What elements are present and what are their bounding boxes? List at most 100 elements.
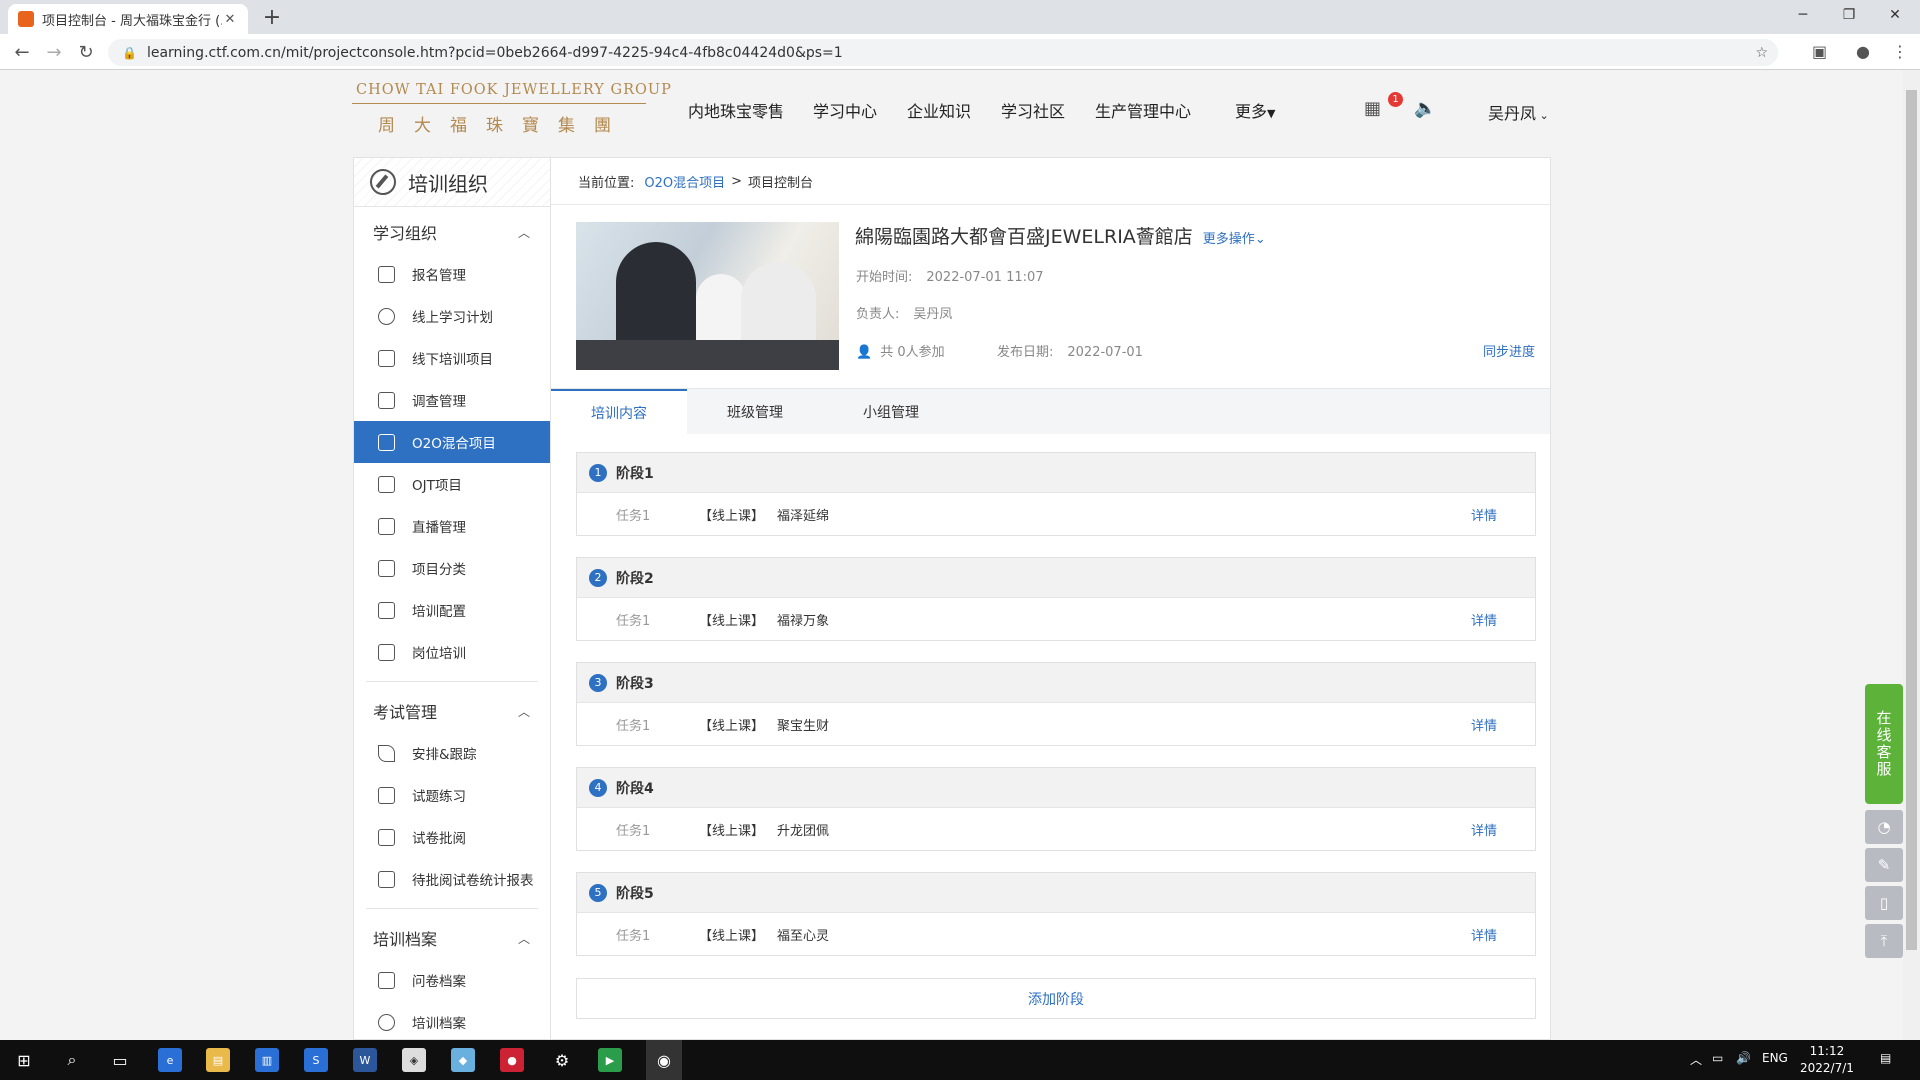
task-name: 福泽延绵 <box>777 508 830 524</box>
chrome-icon[interactable]: ◉ <box>646 1040 682 1080</box>
grid-icon <box>378 559 395 577</box>
reload-icon[interactable]: ↻ <box>72 38 100 66</box>
close-tab-icon[interactable]: ✕ <box>222 12 238 27</box>
contact-card-icon <box>378 265 395 283</box>
site-header: CHOW TAI FOOK JEWELLERY GROUP 周大福珠寶集團 内地… <box>0 70 1900 152</box>
feedback-icon[interactable]: ✎ <box>1865 848 1903 882</box>
sidebar-item-o2o[interactable]: O2O混合项目 <box>354 421 550 463</box>
browser-tab[interactable]: 项目控制台 - 周大福珠宝金行 (... ✕ <box>8 4 248 34</box>
input-language[interactable]: ENG <box>1762 1051 1788 1065</box>
mobile-icon[interactable]: ▯ <box>1865 886 1903 920</box>
sidebar-item-category[interactable]: 项目分类 <box>354 547 550 589</box>
detail-link[interactable]: 详情 <box>1471 610 1497 629</box>
logo-english[interactable]: CHOW TAI FOOK JEWELLERY GROUP <box>356 82 672 98</box>
group-learning-org[interactable]: 学习组织 ︿ <box>354 211 550 253</box>
chat-icon[interactable]: ◔ <box>1865 810 1903 844</box>
internet-explorer-icon[interactable]: e <box>158 1048 182 1072</box>
stage-title: 阶段1 <box>616 465 654 482</box>
menu-icon[interactable]: ⋮ <box>1892 42 1908 61</box>
breadcrumb: 当前位置: O2O混合项目 > 项目控制台 <box>551 158 1550 205</box>
bookmark-star-icon[interactable]: ☆ <box>1755 45 1768 61</box>
new-tab-button[interactable]: + <box>260 5 284 30</box>
forward-icon[interactable]: → <box>40 38 68 66</box>
tab-class-management[interactable]: 班级管理 <box>687 389 823 435</box>
sidebar-item-offline-training[interactable]: 线下培训项目 <box>354 337 550 379</box>
back-icon[interactable]: ← <box>8 38 36 66</box>
breadcrumb-link-o2o[interactable]: O2O混合项目 <box>644 172 725 191</box>
chart-icon <box>378 870 395 888</box>
window-icon <box>378 433 395 451</box>
sidebar-item-marking[interactable]: 试卷批阅 <box>354 816 550 858</box>
nav-more[interactable]: 更多▼ <box>1235 98 1275 122</box>
sidebar-item-live[interactable]: 直播管理 <box>354 505 550 547</box>
group-exam[interactable]: 考试管理 ︿ <box>354 690 550 732</box>
app-icon[interactable]: ● <box>500 1048 524 1072</box>
tab-group-management[interactable]: 小组管理 <box>823 389 959 435</box>
breadcrumb-separator: > <box>731 173 743 189</box>
profile-icon[interactable]: ● <box>1856 42 1870 61</box>
stage-title: 阶段4 <box>616 780 654 797</box>
nav-enterprise-knowledge[interactable]: 企业知识 <box>907 98 971 122</box>
stage-header: 1 阶段1 <box>577 453 1535 493</box>
restore-button[interactable]: ❐ <box>1826 0 1872 30</box>
nav-learning-community[interactable]: 学习社区 <box>1001 98 1065 122</box>
calendar-icon[interactable]: ▦ <box>1364 98 1381 119</box>
logo-chinese[interactable]: 周大福珠寶集團 <box>378 111 630 136</box>
extension-icon[interactable]: ▣ <box>1812 42 1827 61</box>
tab-training-content[interactable]: 培训内容 <box>551 389 687 435</box>
sidebar-item-position-training[interactable]: 岗位培训 <box>354 631 550 673</box>
sidebar-item-ojt[interactable]: OJT项目 <box>354 463 550 505</box>
detail-link[interactable]: 详情 <box>1471 715 1497 734</box>
speaker-icon[interactable]: 🔈 <box>1414 98 1436 119</box>
sidebar-item-practice[interactable]: 试题练习 <box>354 774 550 816</box>
sidebar-item-questionnaire-archive[interactable]: 问卷档案 <box>354 959 550 1001</box>
sidebar-item-survey[interactable]: 调查管理 <box>354 379 550 421</box>
notification-center-icon[interactable]: ▤ <box>1880 1051 1891 1065</box>
settings-gear-icon[interactable]: ⚙ <box>548 1046 576 1074</box>
clock-time: 11:12 <box>1809 1044 1845 1058</box>
url-field[interactable]: 🔒 learning.ctf.com.cn/mit/projectconsole… <box>108 39 1778 66</box>
app-s-icon[interactable]: S <box>304 1048 328 1072</box>
start-time: 开始时间: 2022-07-01 11:07 <box>856 266 1044 285</box>
sync-progress-link[interactable]: 同步进度 <box>1483 341 1535 360</box>
app-icon[interactable]: ◆ <box>451 1048 475 1072</box>
add-stage-button[interactable]: 添加阶段 <box>576 978 1536 1019</box>
back-to-top-icon[interactable]: ⤒ <box>1865 924 1903 958</box>
detail-link[interactable]: 详情 <box>1471 505 1497 524</box>
volume-icon[interactable]: 🔊 <box>1736 1051 1751 1065</box>
close-window-button[interactable]: ✕ <box>1872 0 1918 30</box>
printer-icon <box>378 971 395 989</box>
network-icon[interactable]: ▭ <box>1712 1051 1723 1065</box>
app-icon[interactable]: ◈ <box>402 1048 426 1072</box>
windows-start-icon[interactable]: ⊞ <box>10 1046 38 1074</box>
more-actions-link[interactable]: 更多操作⌄ <box>1203 232 1266 247</box>
sidebar-item-online-plan[interactable]: 线上学习计划 <box>354 295 550 337</box>
sidebar-item-registration[interactable]: 报名管理 <box>354 253 550 295</box>
online-service-button[interactable]: 在线客服 <box>1865 684 1903 804</box>
word-icon[interactable]: W <box>353 1048 377 1072</box>
chevron-down-icon: ⌄ <box>1536 109 1549 122</box>
user-menu[interactable]: 吴丹凤 ⌄ <box>1488 100 1549 124</box>
publish-date: 发布日期: 2022-07-01 <box>997 341 1143 360</box>
group-archive[interactable]: 培训档案 ︿ <box>354 917 550 959</box>
page-scrollbar[interactable] <box>1903 70 1920 1040</box>
app-icon[interactable]: ▶ <box>598 1048 622 1072</box>
task-view-icon[interactable]: ▭ <box>106 1046 134 1074</box>
scrollbar-thumb[interactable] <box>1906 90 1917 950</box>
detail-link[interactable]: 详情 <box>1471 820 1497 839</box>
sidebar-item-arrange[interactable]: 安排&跟踪 <box>354 732 550 774</box>
nav-learning-center[interactable]: 学习中心 <box>813 98 877 122</box>
app-icon[interactable]: ▥ <box>255 1048 279 1072</box>
nav-production-center[interactable]: 生产管理中心 <box>1095 98 1191 122</box>
detail-link[interactable]: 详情 <box>1471 925 1497 944</box>
badge-icon <box>378 643 395 661</box>
search-icon[interactable]: ⌕ <box>58 1046 86 1074</box>
file-explorer-icon[interactable]: ▤ <box>206 1048 230 1072</box>
nav-retail[interactable]: 内地珠宝零售 <box>688 98 784 122</box>
sidebar-item-config[interactable]: 培训配置 <box>354 589 550 631</box>
minimize-button[interactable]: ─ <box>1780 0 1826 30</box>
tray-chevron-icon[interactable]: ︿ <box>1690 1051 1702 1068</box>
system-clock[interactable]: 11:12 2022/7/1 <box>1800 1043 1854 1077</box>
sidebar-item-report[interactable]: 待批阅试卷统计报表 <box>354 858 550 900</box>
sidebar-item-training-archive[interactable]: 培训档案 <box>354 1001 550 1039</box>
